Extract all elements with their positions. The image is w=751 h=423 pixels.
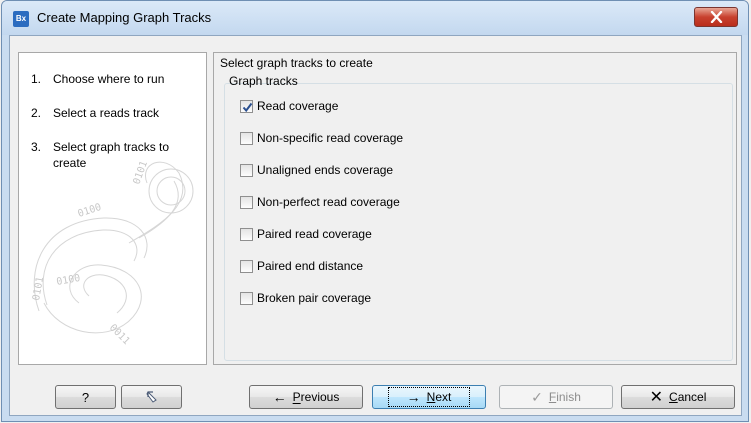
checkbox-paired-end-distance[interactable]: Paired end distance (240, 257, 363, 275)
next-label: Next (426, 390, 452, 404)
group-label: Graph tracks (229, 74, 298, 88)
svg-text:0100: 0100 (56, 273, 82, 288)
reset-arrow-icon (145, 391, 157, 403)
cancel-button[interactable]: ✕ Cancel (621, 385, 735, 409)
step-number: 2. (31, 106, 42, 120)
checkbox-label: Broken pair coverage (257, 291, 372, 305)
reset-button[interactable] (121, 385, 182, 409)
panel-heading: Select graph tracks to create (220, 56, 373, 70)
step-label: Select graph tracks to create (53, 140, 170, 170)
dialog-window: Bx Create Mapping Graph Tracks 0100 0101… (1, 0, 749, 422)
previous-label: Previous (292, 390, 340, 404)
arrow-right-icon: → (406, 389, 421, 405)
checkbox-non-specific-read-coverage[interactable]: Non-specific read coverage (240, 129, 403, 147)
svg-text:0011: 0011 (107, 322, 132, 347)
dialog-body: 0100 0101 0101 0100 0011 1. Choose where… (9, 35, 742, 416)
checkbox-box[interactable] (240, 99, 253, 113)
checkbox-box[interactable] (240, 291, 253, 305)
checkbox-paired-read-coverage[interactable]: Paired read coverage (240, 225, 372, 243)
checkbox-box[interactable] (240, 195, 253, 209)
checkbox-non-perfect-read-coverage[interactable]: Non-perfect read coverage (240, 193, 400, 211)
title-bar[interactable]: Bx Create Mapping Graph Tracks (2, 1, 748, 35)
cancel-label: Cancel (669, 390, 707, 404)
close-button[interactable] (694, 7, 738, 27)
checkbox-label: Non-specific read coverage (257, 131, 404, 145)
step-item-choose-where-to-run: 1. Choose where to run (31, 71, 203, 87)
arrow-left-icon: ← (272, 389, 287, 405)
step-number: 3. (31, 140, 42, 154)
finish-label: Finish (548, 390, 581, 404)
steps-panel: 0100 0101 0101 0100 0011 1. Choose where… (18, 52, 207, 365)
next-focus-ring: → Next (387, 387, 471, 407)
step-item-select-graph-tracks: 3. Select graph tracks to create (31, 139, 203, 171)
previous-button[interactable]: ← Previous (249, 385, 363, 409)
help-icon: ? (81, 389, 90, 405)
finish-button[interactable]: ✓ Finish (499, 385, 613, 409)
svg-text:0100: 0100 (77, 202, 103, 220)
graph-tracks-group (224, 83, 733, 361)
window-title: Create Mapping Graph Tracks (37, 10, 212, 25)
step-number: 1. (31, 72, 42, 86)
checkbox-box[interactable] (240, 259, 253, 273)
checkbox-broken-pair-coverage[interactable]: Broken pair coverage (240, 289, 371, 307)
checkmark-icon (242, 102, 253, 112)
checkbox-label: Paired read coverage (257, 227, 372, 241)
checkbox-box[interactable] (240, 163, 253, 177)
svg-text:0101: 0101 (31, 276, 46, 302)
checkbox-label: Non-perfect read coverage (257, 195, 400, 209)
next-button[interactable]: → Next (372, 385, 486, 409)
checkbox-box[interactable] (240, 227, 253, 241)
content-panel: Select graph tracks to create Graph trac… (213, 52, 737, 365)
decorative-watermark: 0100 0101 0101 0100 0011 (31, 160, 194, 347)
step-label: Choose where to run (53, 72, 165, 86)
close-icon (710, 11, 723, 23)
checkbox-read-coverage[interactable]: Read coverage (240, 97, 338, 115)
help-button[interactable]: ? (55, 385, 116, 409)
checkmark-icon: ✓ (531, 388, 543, 405)
checkbox-label: Read coverage (257, 99, 339, 113)
app-icon: Bx (13, 11, 29, 27)
checkbox-label: Paired end distance (257, 259, 364, 273)
checkbox-unaligned-ends-coverage[interactable]: Unaligned ends coverage (240, 161, 393, 179)
step-label: Select a reads track (53, 106, 160, 120)
step-item-select-reads-track: 2. Select a reads track (31, 105, 203, 121)
checkbox-label: Unaligned ends coverage (257, 163, 394, 177)
checkbox-box[interactable] (240, 131, 253, 145)
x-icon: ✕ (649, 389, 664, 406)
